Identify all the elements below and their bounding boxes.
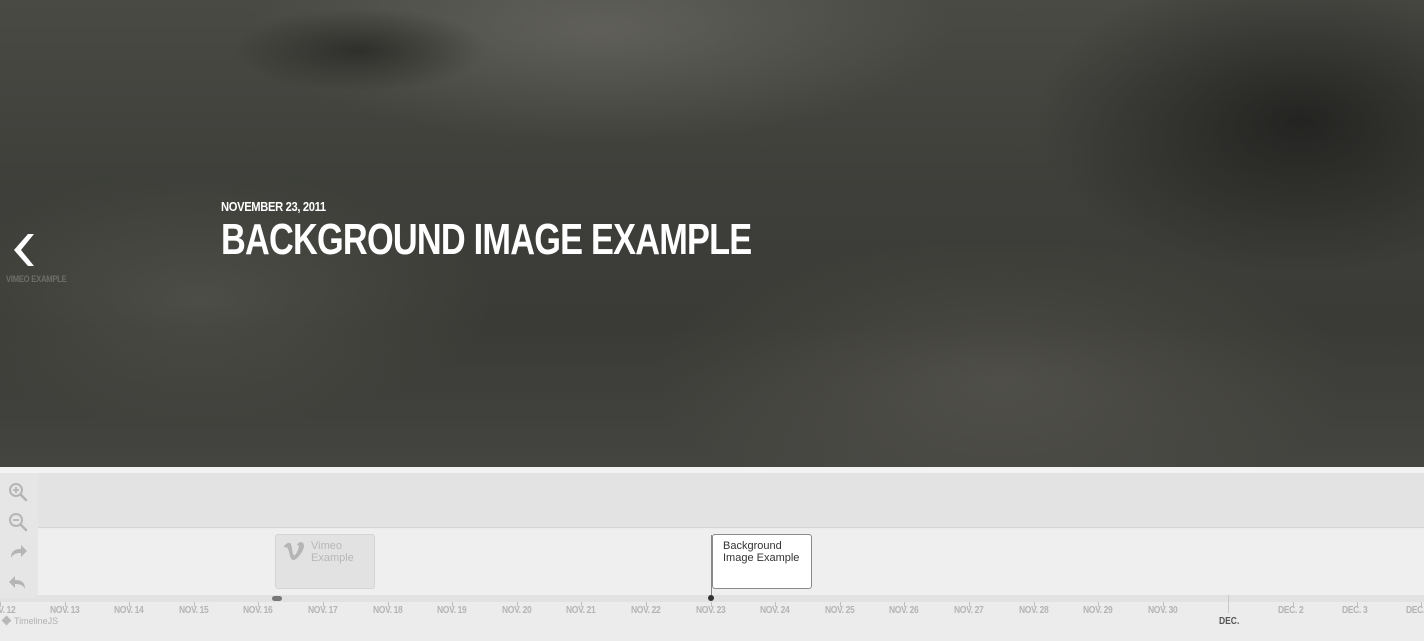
timeline-tick-label: NOV. 17 bbox=[308, 605, 338, 616]
timeline-tick-label: NOV. 20 bbox=[501, 605, 532, 616]
timeline-marker-vimeo[interactable]: Vimeo Example bbox=[275, 534, 375, 589]
timeline-tick-label: DEC. bbox=[1406, 605, 1424, 616]
timeline-tick-label: NOV. 24 bbox=[760, 605, 790, 616]
back-to-start-icon bbox=[11, 545, 27, 558]
timeline-tick-label: DEC. 2 bbox=[1278, 605, 1304, 616]
timeline-tick-label: NOV. 13 bbox=[49, 605, 80, 616]
timeline-marker-background-image[interactable]: Background Image Example bbox=[712, 534, 812, 589]
timeline-tick-label: NOV. 27 bbox=[954, 605, 984, 616]
slide-background: Vimeo Example November 23, 2011 Backgrou… bbox=[0, 0, 1424, 467]
timeline-tick-label: NOV. 14 bbox=[114, 605, 144, 616]
marker-pin bbox=[708, 595, 714, 601]
undo-button[interactable] bbox=[7, 571, 29, 593]
timeline-tick-label: NOV. 21 bbox=[566, 605, 596, 616]
timeline-tick-label: NOV. 22 bbox=[631, 605, 661, 616]
timeline-band-top bbox=[0, 473, 1424, 528]
undo-icon bbox=[9, 576, 25, 589]
timeline-tick-label: NOV. 25 bbox=[824, 605, 855, 616]
zoom-in-button[interactable] bbox=[7, 481, 29, 503]
timeline-tick-label: NOV. 18 bbox=[372, 605, 403, 616]
timeline-tick-label: NOV. 16 bbox=[243, 605, 273, 616]
timeline-tick-label: NOV. 28 bbox=[1018, 605, 1049, 616]
timeline-tick-label: NOV. 29 bbox=[1083, 605, 1113, 616]
timeline-nav: Vimeo Example Background Image Example N… bbox=[0, 473, 1424, 641]
back-to-start-button[interactable] bbox=[7, 541, 29, 563]
timeline-tick-label: NOV. 30 bbox=[1147, 605, 1178, 616]
vimeo-icon bbox=[284, 542, 304, 561]
timelinejs-logo-icon bbox=[1, 615, 12, 626]
timeline-tick-label: DEC. 3 bbox=[1342, 605, 1368, 616]
timeline-tick-label: NOV. 12 bbox=[0, 605, 16, 616]
zoom-out-icon bbox=[9, 513, 28, 532]
timeline-toolbar bbox=[0, 473, 38, 598]
zoom-in-icon bbox=[9, 483, 28, 502]
slide-text: November 23, 2011 Background Image Examp… bbox=[221, 199, 901, 264]
slide-headline: Background Image Example bbox=[221, 215, 752, 264]
timeline-ticks: NOV. 12 NOV. 13 NOV. 14 NOV. 15 NOV. 16 NOV. … bbox=[0, 595, 1424, 641]
slide-date: November 23, 2011 bbox=[221, 199, 326, 214]
marker-title: Vimeo Example bbox=[311, 540, 354, 564]
previous-slide-button[interactable]: Vimeo Example bbox=[6, 232, 86, 284]
marker-pin bbox=[272, 596, 282, 601]
timeline-tick-label: NOV. 15 bbox=[178, 605, 209, 616]
timeline-month-label: DEC. bbox=[1219, 616, 1240, 627]
previous-slide-label: Vimeo Example bbox=[6, 274, 67, 284]
zoom-out-button[interactable] bbox=[7, 511, 29, 533]
timeline-tick-label: NOV. 26 bbox=[889, 605, 919, 616]
timeline-tick-label: NOV. 19 bbox=[437, 605, 467, 616]
attribution[interactable]: TimelineJS bbox=[1, 615, 59, 626]
chevron-left-icon bbox=[14, 234, 34, 266]
timeline-month-tick bbox=[1228, 595, 1229, 613]
attribution-text: TimelineJS bbox=[14, 616, 59, 626]
marker-title: Background Image Example bbox=[723, 540, 800, 564]
timeline-tick-label: NOV. 23 bbox=[695, 605, 726, 616]
